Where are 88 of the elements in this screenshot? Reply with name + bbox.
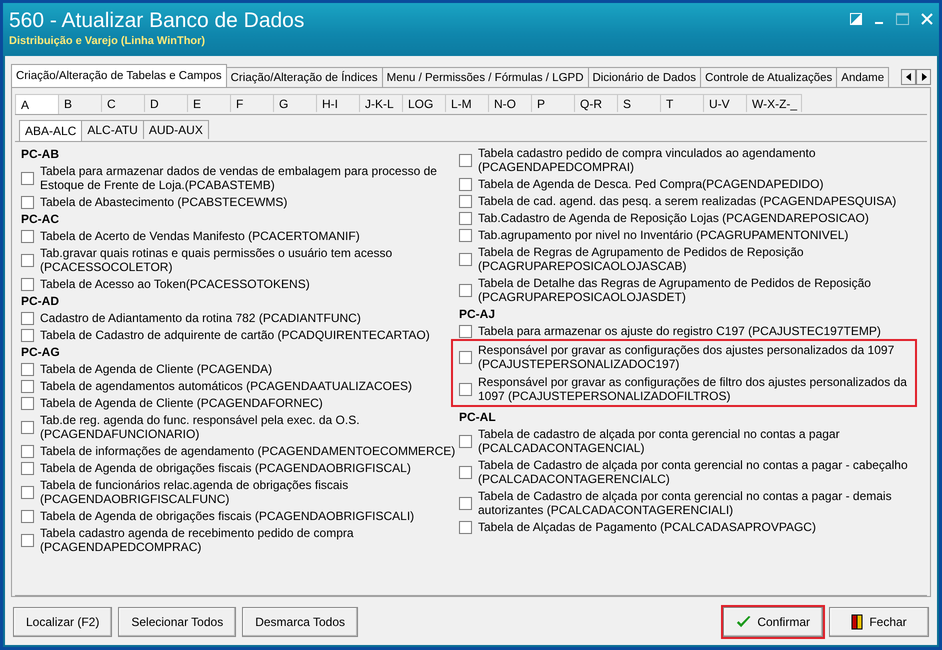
checkbox[interactable]	[459, 154, 472, 166]
group-heading: PC-AC	[21, 212, 60, 226]
table-option-label: Tabela de cad. agend. das pesq. a serem realizadas (PCAGENDAPESQUISA)	[478, 194, 896, 208]
checkbox[interactable]	[459, 350, 472, 364]
door-icon	[851, 614, 864, 630]
group-heading: PC-AJ	[459, 307, 496, 321]
table-option-label: Tabela de Agenda de Cliente (PCAGENDAFORNEC)	[40, 396, 323, 410]
checkbox[interactable]	[459, 178, 472, 190]
table-option-label: Tabela de Agenda de Desca. Ped Compra(PCAGENDAPEDIDO)	[478, 177, 824, 191]
checkbox[interactable]	[21, 278, 34, 290]
checkbox[interactable]	[21, 230, 34, 242]
table-option-label: Responsável por gravar as configurações dos ajustes personalizados da 1097 (PCAJUSTEPERSONALIZADOC197)	[478, 343, 896, 371]
group-heading: PC-AB	[21, 147, 60, 161]
checkbox[interactable]	[459, 252, 472, 266]
table-option-label: Tab.Cadastro de Agenda de Reposição Lojas (PCAGENDAREPOSICAO)	[478, 211, 869, 225]
table-option-label: Tabela de Cadastro de alçada por conta gerencial no contas a pagar - cabeçalho (PCALCADACONTAGERENCIALC)	[478, 458, 909, 486]
checkbox[interactable]	[21, 196, 34, 208]
tab[interactable]: A	[15, 94, 59, 114]
table-option-label: Cadastro de Adiantamento da rotina 782 (PCADIANTFUNC)	[40, 311, 361, 325]
group-heading: PC-AG	[21, 345, 61, 359]
group-heading: PC-AD	[21, 294, 60, 308]
table-option-label: Tabela cadastro pedido de compra vinculados ao agendamento (PCAGENDAPEDCOMPRAI)	[478, 146, 817, 174]
checkbox[interactable]	[459, 194, 472, 208]
action-button[interactable]: Localizar (F2)	[13, 607, 112, 637]
checkbox[interactable]	[21, 534, 34, 546]
scroll-left-button[interactable]	[901, 69, 916, 85]
table-option-label: Tabela de Detalhe das Regras de Agrupamento de Pedidos de Reposição (PCAGRUPAREPOSICAOLOJASDET)	[478, 276, 872, 304]
left-arrow-icon	[906, 73, 912, 81]
table-option-label: Tabela cadastro agenda de recebimento pedido de compra (PCAGENDAPEDCOMPRAC)	[40, 526, 355, 554]
right-arrow-icon	[920, 73, 926, 81]
table-option-label: Tabela de Cadastro de alçada por conta gerencial no contas a pagar - demais autorizantes (PCALCADACONTAGERENCIALI)	[478, 489, 893, 517]
checkbox[interactable]	[21, 420, 34, 434]
table-option-label: Tabela de agendamentos automáticos (PCAGENDAATUALIZACOES)	[40, 379, 412, 393]
table-option-label: Tabela de Agenda de obrigações fiscais (PCAGENDAOBRIGFISCALI)	[40, 509, 414, 523]
tab[interactable]: ABA-ALC	[19, 120, 82, 141]
action-button[interactable]: Selecionar Todos	[118, 607, 236, 637]
checkbox[interactable]	[21, 312, 34, 324]
checkbox[interactable]	[21, 486, 34, 498]
table-option-label: Tab.gravar quais rotinas e quais permissões o usuário tem acesso (PCACESSOCOLETOR)	[40, 246, 394, 274]
group-heading: PC-AL	[459, 410, 497, 424]
table-option-label: Tabela de Regras de Agrupamento de Pedidos de Reposição (PCAGRUPAREPOSICAOLOJASCAB)	[478, 245, 805, 273]
table-option-label: Tabela de cadastro de alçada por conta gerencial no contas a pagar (PCALCADACONTAGENCIAL)	[478, 427, 841, 455]
checkbox[interactable]	[459, 466, 472, 478]
close-button[interactable]: Fechar	[829, 607, 929, 637]
window-title: 560 - Atualizar Banco de Dados	[9, 8, 304, 34]
table-option-label: Tabela de funcionários relac.agenda de obrigações fiscais (PCAGENDAOBRIGFISCALFUNC)	[40, 478, 350, 506]
table-option-label: Responsável por gravar as configurações de filtro dos ajustes personalizados da 1097 (PCAJUSTEPERSONALIZADOFILTROS)	[478, 375, 908, 403]
checkbox[interactable]	[21, 328, 34, 342]
checkbox[interactable]	[459, 496, 472, 510]
checkbox[interactable]	[459, 324, 472, 338]
table-option-label: Tabela de Cadastro de adquirente de cartão (PCADQUIRENTECARTAO)	[40, 328, 430, 342]
tab[interactable]: Andame	[836, 67, 890, 87]
action-button[interactable]: Desmarca Todos	[242, 607, 358, 637]
checkbox[interactable]	[21, 380, 34, 392]
checkbox[interactable]	[459, 212, 472, 224]
tab[interactable]: Q-R	[574, 94, 618, 112]
tab[interactable]: W-X-Z-_	[746, 94, 802, 112]
checkbox[interactable]	[459, 228, 472, 242]
table-option-label: Tabela de Abastecimento (PCABSTECEWMS)	[40, 195, 288, 209]
table-option-label: Tabela de Acerto de Vendas Manifesto (PCACERTOMANIF)	[40, 229, 360, 243]
table-option-label: Tabela de Agenda de obrigações fiscais (PCAGENDAOBRIGFISCAL)	[40, 461, 411, 475]
table-option-label: Tab.de reg. agenda do func. responsável pela exec. da O.S. (PCAGENDAFUNCIONARIO)	[40, 413, 361, 441]
tab[interactable]: AUD-AUX	[142, 120, 209, 139]
checkbox[interactable]	[459, 284, 472, 296]
scroll-right-button[interactable]	[916, 69, 931, 85]
table-option-label: Tab.agrupamento por nivel no Inventário (PCAGRUPAMENTONIVEL)	[478, 228, 848, 242]
restore-icon[interactable]	[850, 13, 862, 25]
checkbox[interactable]	[21, 172, 34, 184]
table-option-label: Tabela de Alçadas de Pagamento (PCALCADASAPROVPAGC)	[478, 520, 816, 534]
confirm-button[interactable]: Confirmar	[723, 607, 823, 637]
checkbox[interactable]	[21, 362, 34, 376]
close-icon[interactable]	[921, 13, 933, 25]
table-option-label: Tabela de Agenda de Cliente (PCAGENDA)	[40, 362, 272, 376]
table-option-label: Tabela de Acesso ao Token(PCACESSOTOKENS)	[40, 277, 310, 291]
table-option-label: Tabela para armazenar os ajuste do registro C197 (PCAJUSTEC197TEMP)	[478, 324, 881, 338]
table-option-label: Tabela para armazenar dados de vendas de embalagem para processo de Estoque de Frente de Loja.(PCABASTEMB)	[40, 164, 438, 192]
checkbox[interactable]	[459, 520, 472, 534]
tab[interactable]: Criação/Alteração de Tabelas e Campos	[11, 64, 227, 87]
table-option-label: Tabela de informações de agendamento (PCAGENDAMENTOECOMMERCE)	[40, 444, 456, 458]
checkbox[interactable]	[21, 254, 34, 266]
checkbox[interactable]	[459, 434, 472, 448]
checkbox[interactable]	[459, 382, 472, 396]
checkmark-icon	[736, 614, 752, 630]
checkbox[interactable]	[21, 462, 34, 474]
window-subtitle: Distribuição e Varejo (Linha WinThor)	[9, 35, 206, 47]
checkbox[interactable]	[21, 510, 34, 522]
checkbox[interactable]	[21, 444, 34, 458]
checkbox[interactable]	[21, 396, 34, 410]
